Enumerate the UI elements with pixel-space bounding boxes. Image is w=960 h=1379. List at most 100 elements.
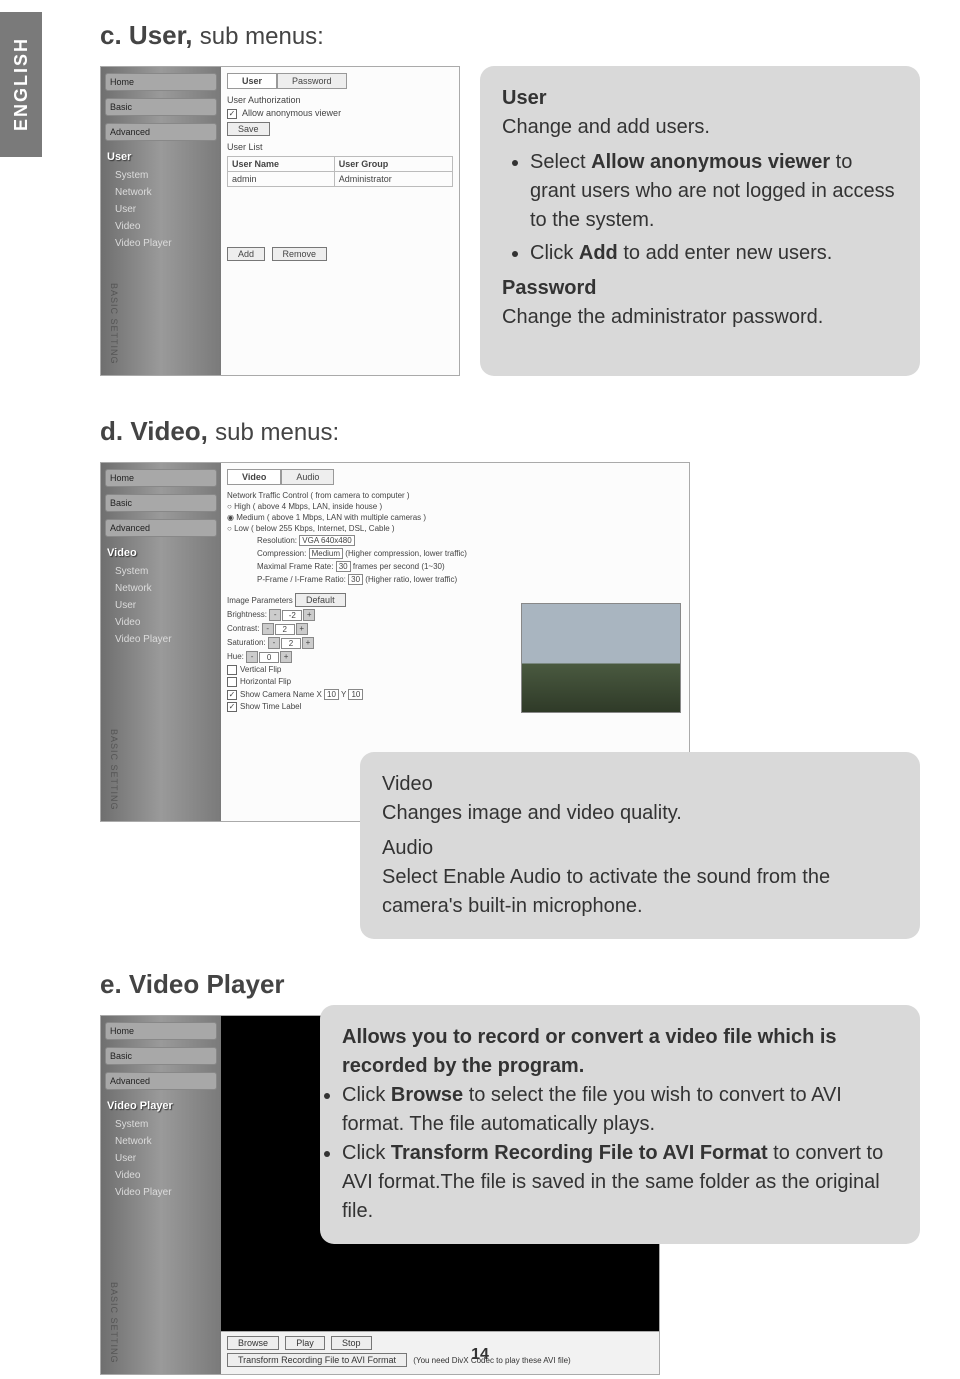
page-content: c. User, sub menus: Home Basic Advanced … [100,20,920,1015]
sidebar-title-player: Video Player [105,1097,217,1115]
hflip-checkbox[interactable] [227,677,237,687]
fr-hint: frames per second (1~30) [353,562,445,571]
sidebar-item[interactable]: Video [105,219,217,234]
nav-basic[interactable]: Basic [105,494,217,512]
nav-advanced[interactable]: Advanced [105,123,217,141]
nav-advanced[interactable]: Advanced [105,519,217,537]
basic-setting-label: BASIC SETTING [109,283,119,365]
nav-basic[interactable]: Basic [105,98,217,116]
cell-username[interactable]: admin [228,171,335,186]
callout-user-li1: Select Allow anonymous viewer to grant u… [530,148,898,235]
saturation-stepper[interactable]: -2+ [268,637,314,649]
img-params-label: Image Parameters [227,596,293,605]
sidebar-item[interactable]: Video [105,1168,217,1183]
stop-button[interactable]: Stop [331,1336,372,1350]
nav-home[interactable]: Home [105,469,217,487]
callout-video: Video Changes image and video quality. A… [360,752,920,939]
section-c-sub: sub menus: [200,23,324,50]
sidebar-item[interactable]: System [105,564,217,579]
section-d-letter: d. [100,416,123,446]
callout-user-h2: Password [502,274,898,303]
showname-checkbox[interactable]: ✓ [227,690,237,700]
save-button[interactable]: Save [227,122,270,136]
player-sidebar: Home Basic Advanced Video Player System … [101,1016,221,1374]
hue-label: Hue: [227,652,244,661]
brightness-label: Brightness: [227,610,267,619]
section-e-heading: e. Video Player [100,969,920,1000]
basic-setting-label: BASIC SETTING [109,1282,119,1364]
sidebar-item[interactable]: System [105,1117,217,1132]
language-tab: ENGLISH [0,12,42,157]
callout-video-p2: Select Enable Audio to activate the soun… [382,863,898,921]
vflip-checkbox[interactable] [227,665,237,675]
callout-player-p1: Allows you to record or convert a video … [342,1023,898,1081]
sidebar-item[interactable]: User [105,202,217,217]
nav-home[interactable]: Home [105,73,217,91]
play-button[interactable]: Play [285,1336,325,1350]
tab-audio[interactable]: Audio [281,469,334,485]
piratio-select[interactable]: 30 [348,574,363,585]
sidebar-item[interactable]: Network [105,185,217,200]
section-c-letter: c. [100,20,122,50]
brightness-stepper[interactable]: --2+ [269,609,315,621]
x-input[interactable]: 10 [324,689,339,700]
auth-header: User Authorization [227,95,453,105]
user-screenshot: Home Basic Advanced User System Network … [100,66,460,376]
allow-anon-label: Allow anonymous viewer [242,108,341,118]
callout-video-h1: Video [382,770,898,799]
comp-label: Compression: [257,549,306,558]
section-d-heading: d. Video, sub menus: [100,416,920,447]
contrast-label: Contrast: [227,624,259,633]
callout-player-li1: Click Browse to select the file you wish… [342,1081,898,1139]
pi-hint: (Higher ratio, lower traffic) [365,575,457,584]
browse-button[interactable]: Browse [227,1336,279,1350]
add-button[interactable]: Add [227,247,265,261]
section-d-sub: sub menus: [215,419,339,446]
sidebar-item[interactable]: Video Player [105,632,217,647]
sidebar-item[interactable]: User [105,598,217,613]
language-label: ENGLISH [11,37,32,131]
user-panel: User Password User Authorization ✓ Allow… [221,67,459,375]
callout-video-h2: Audio [382,834,898,863]
tab-password[interactable]: Password [277,73,347,89]
page-number: 14 [471,1346,489,1364]
sidebar-item[interactable]: System [105,168,217,183]
nav-basic[interactable]: Basic [105,1047,217,1065]
nav-advanced[interactable]: Advanced [105,1072,217,1090]
res-label: Resolution: [257,536,297,545]
cell-usergroup: Administrator [334,171,452,186]
callout-user-h1: User [502,84,898,113]
screenshot-sidebar: Home Basic Advanced User System Network … [101,67,221,375]
sidebar-item[interactable]: User [105,1151,217,1166]
y-input[interactable]: 10 [348,689,363,700]
camera-preview [521,603,681,713]
tab-video[interactable]: Video [227,469,281,485]
sidebar-item[interactable]: Video [105,615,217,630]
tab-user[interactable]: User [227,73,277,89]
sidebar-title-video: Video [105,544,217,562]
resolution-select[interactable]: VGA 640x480 [299,535,354,546]
remove-button[interactable]: Remove [272,247,328,261]
showtime-checkbox[interactable]: ✓ [227,702,237,712]
user-list-header: User List [227,142,453,152]
section-c-heading: c. User, sub menus: [100,20,920,51]
framerate-select[interactable]: 30 [336,561,351,572]
sidebar-item[interactable]: Video Player [105,1185,217,1200]
sidebar-item[interactable]: Video Player [105,236,217,251]
transform-button[interactable]: Transform Recording File to AVI Format [227,1353,407,1367]
callout-video-p1: Changes image and video quality. [382,799,898,828]
th-username: User Name [228,156,335,171]
nav-home[interactable]: Home [105,1022,217,1040]
callout-user: User Change and add users. Select Allow … [480,66,920,376]
sidebar-item[interactable]: Network [105,581,217,596]
section-e-letter: e. [100,969,122,999]
sidebar-item[interactable]: Network [105,1134,217,1149]
radio-high[interactable]: ○ [227,502,234,511]
allow-anon-checkbox[interactable]: ✓ [227,109,237,119]
radio-low[interactable]: ○ [227,524,234,533]
radio-medium[interactable]: ◉ [227,513,236,522]
hue-stepper[interactable]: -0+ [246,651,292,663]
compression-select[interactable]: Medium [309,548,343,559]
contrast-stepper[interactable]: -2+ [262,623,308,635]
default-button[interactable]: Default [295,593,346,607]
